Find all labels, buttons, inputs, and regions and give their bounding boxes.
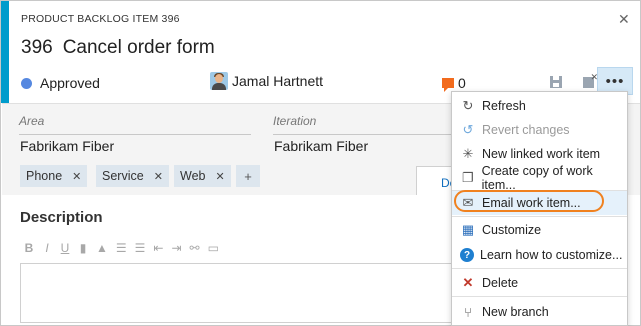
title-row: 396 Cancel order form: [21, 37, 215, 59]
menu-item-new-branch[interactable]: ⑂ New branch: [452, 300, 627, 324]
menu-separator: [452, 216, 627, 217]
comment-count: 0: [458, 75, 466, 91]
menu-separator: [452, 268, 627, 269]
bold-button[interactable]: B: [24, 241, 34, 255]
menu-item-label: Refresh: [482, 99, 526, 113]
menu-item-learn-customize[interactable]: ? Learn how to customize...: [452, 243, 627, 267]
assignee-name: Jamal Hartnett: [232, 73, 324, 89]
help-icon: ?: [460, 248, 474, 262]
tab-details[interactable]: De: [416, 166, 456, 198]
menu-item-label: Learn how to customize...: [480, 248, 623, 262]
delete-icon: ✕: [462, 275, 474, 290]
tag-service[interactable]: Service ✕: [96, 165, 169, 187]
state-field[interactable]: Approved: [21, 75, 100, 91]
menu-separator: [452, 296, 627, 297]
refresh-icon: ↻: [462, 98, 474, 113]
italic-button[interactable]: I: [42, 241, 52, 255]
customize-icon: ▦: [461, 222, 475, 237]
area-value[interactable]: Fabrikam Fiber: [20, 138, 114, 154]
menu-item-label: Delete: [482, 276, 519, 290]
menu-item-revert-changes[interactable]: ↺ Revert changes: [452, 118, 627, 142]
bullets-icon[interactable]: ☰: [116, 241, 127, 255]
remove-tag-icon[interactable]: ✕: [215, 170, 224, 183]
tag-web[interactable]: Web ✕: [174, 165, 231, 187]
iteration-divider: [273, 134, 453, 135]
remove-tag-icon[interactable]: ✕: [72, 170, 81, 183]
menu-item-create-copy[interactable]: ❐ Create copy of work item...: [452, 164, 627, 192]
font-color-icon[interactable]: ▲: [96, 241, 108, 255]
menu-item-customize[interactable]: ▦ Customize: [452, 218, 627, 242]
menu-item-label: New linked work item: [482, 147, 601, 161]
iteration-label: Iteration: [273, 114, 317, 128]
state-dot-icon: [21, 77, 32, 89]
save-and-close-icon[interactable]: ✕: [577, 71, 599, 93]
tag-label: Service: [102, 169, 144, 183]
indent-icon[interactable]: ⇥: [171, 241, 181, 255]
new-linked-icon: ✳: [462, 146, 474, 161]
underline-button[interactable]: U: [60, 241, 70, 255]
link-icon[interactable]: ⚯: [190, 241, 200, 255]
revert-icon: ↺: [462, 122, 474, 137]
avatar: [210, 72, 228, 90]
menu-item-refresh[interactable]: ↻ Refresh: [452, 94, 627, 118]
work-item-title[interactable]: Cancel order form: [63, 37, 215, 58]
branch-icon: ⑂: [464, 304, 472, 320]
comment-icon: [442, 78, 454, 92]
highlight-icon[interactable]: ▮: [78, 241, 88, 255]
numbering-icon[interactable]: ☰: [135, 241, 146, 255]
menu-item-delete[interactable]: ✕ Delete: [452, 271, 627, 295]
close-icon[interactable]: ✕: [618, 11, 630, 28]
description-title: Description: [20, 209, 103, 226]
area-label: Area: [19, 114, 45, 128]
iteration-value[interactable]: Fabrikam Fiber: [274, 138, 368, 154]
tag-label: Phone: [26, 169, 63, 183]
work-item-type-accent: [1, 1, 9, 103]
save-icon[interactable]: [545, 71, 567, 93]
work-item-type-label: PRODUCT BACKLOG ITEM 396: [21, 13, 180, 25]
remove-tag-icon[interactable]: ✕: [154, 170, 163, 183]
add-tag-button[interactable]: +: [236, 165, 260, 187]
assigned-to-field[interactable]: Jamal Hartnett: [210, 72, 323, 90]
description-editor[interactable]: [20, 263, 490, 323]
work-item-id: 396: [21, 37, 53, 58]
menu-item-label: New branch: [482, 305, 549, 319]
tag-label: Web: [180, 169, 206, 183]
menu-item-label: Create copy of work item...: [481, 164, 593, 192]
highlight-ring: [454, 190, 604, 212]
image-icon[interactable]: ▭: [208, 241, 219, 255]
menu-item-label: Customize: [482, 223, 542, 237]
tag-phone[interactable]: Phone ✕: [20, 165, 88, 187]
work-item-header: PRODUCT BACKLOG ITEM 396 ✕ 396 Cancel ord…: [9, 1, 640, 103]
menu-item-new-linked-work-item[interactable]: ✳ New linked work item: [452, 142, 627, 166]
area-divider: [19, 134, 251, 135]
discussion-count[interactable]: 0: [442, 75, 466, 92]
copy-icon: ❐: [461, 170, 474, 185]
rich-text-toolbar: B I U ▮ ▲ ☰ ☰ ⇤ ⇥ ⚯ ▭: [24, 241, 219, 255]
state-value: Approved: [40, 75, 100, 91]
outdent-icon[interactable]: ⇤: [153, 241, 163, 255]
menu-item-label: Revert changes: [482, 123, 570, 137]
